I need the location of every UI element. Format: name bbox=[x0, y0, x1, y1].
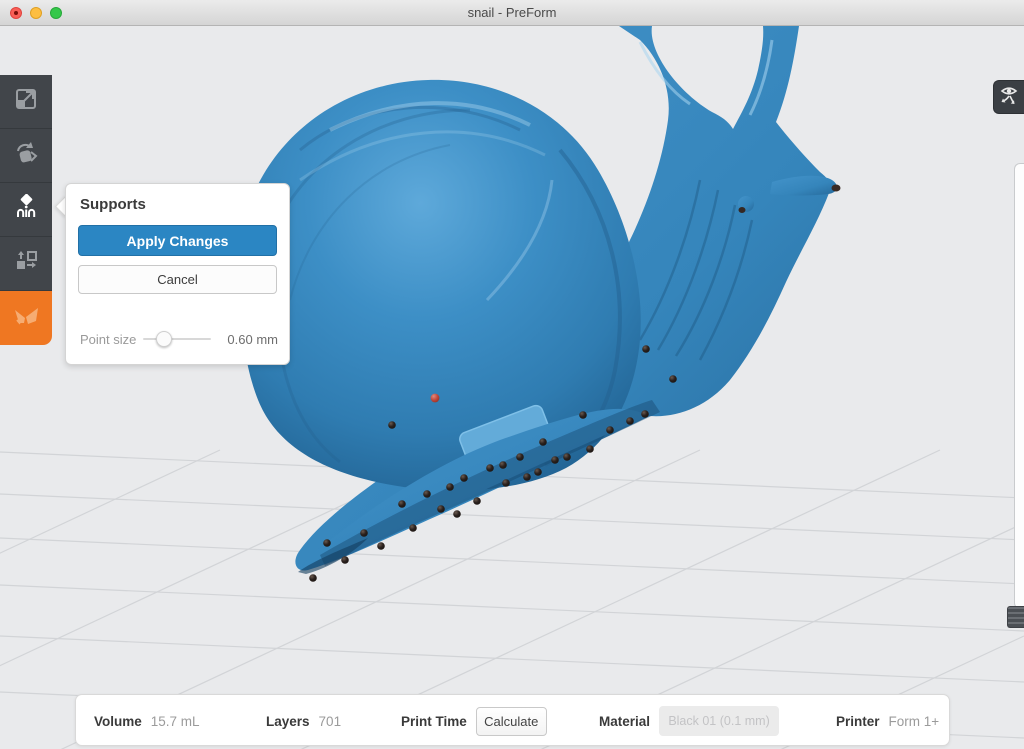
point-size-slider-handle[interactable] bbox=[156, 331, 172, 347]
support-point[interactable] bbox=[323, 539, 331, 547]
support-point[interactable] bbox=[377, 542, 385, 550]
cancel-button[interactable]: Cancel bbox=[78, 265, 277, 294]
material-field: Material Black 01 (0.1 mm) bbox=[599, 695, 779, 747]
point-size-slider-track[interactable] bbox=[143, 338, 211, 340]
support-point[interactable] bbox=[502, 479, 510, 487]
support-point[interactable] bbox=[586, 445, 594, 453]
supports-panel: Supports Apply Changes Cancel Point size… bbox=[65, 183, 290, 365]
left-toolbar bbox=[0, 75, 52, 345]
rotate-icon bbox=[13, 140, 39, 171]
support-point[interactable] bbox=[309, 574, 317, 582]
layout-icon bbox=[13, 248, 39, 279]
support-point[interactable] bbox=[539, 438, 547, 446]
apply-changes-button[interactable]: Apply Changes bbox=[78, 225, 277, 256]
support-point[interactable] bbox=[626, 417, 634, 425]
titlebar: snail - PreForm bbox=[0, 0, 1024, 26]
print-butterfly-icon bbox=[11, 302, 41, 335]
support-point[interactable] bbox=[579, 411, 587, 419]
tool-print[interactable] bbox=[0, 291, 52, 345]
point-size-value: 0.60 mm bbox=[222, 332, 278, 347]
support-point[interactable] bbox=[398, 500, 406, 508]
support-point[interactable] bbox=[388, 421, 396, 429]
material-label: Material bbox=[599, 714, 650, 729]
support-point[interactable] bbox=[642, 345, 650, 353]
support-point[interactable] bbox=[409, 524, 417, 532]
volume-label: Volume bbox=[94, 714, 142, 729]
layers-value: 701 bbox=[319, 714, 342, 729]
support-point[interactable] bbox=[453, 510, 461, 518]
supports-panel-title: Supports bbox=[80, 196, 146, 213]
support-point[interactable] bbox=[360, 529, 368, 537]
eye-rotate-icon bbox=[998, 83, 1020, 112]
support-point[interactable] bbox=[606, 426, 614, 434]
support-point[interactable] bbox=[460, 474, 468, 482]
snail-eye-bump-tip bbox=[739, 207, 746, 213]
support-point[interactable] bbox=[486, 464, 494, 472]
support-point[interactable] bbox=[516, 453, 524, 461]
selected-support-point[interactable] bbox=[431, 394, 440, 403]
snail-lower-tentacle-tip bbox=[832, 185, 841, 192]
support-point[interactable] bbox=[523, 473, 531, 481]
tool-size[interactable] bbox=[0, 75, 52, 129]
window-title: snail - PreForm bbox=[0, 5, 1024, 20]
layers-label: Layers bbox=[266, 714, 310, 729]
support-point[interactable] bbox=[341, 556, 349, 564]
layers-field: Layers 701 bbox=[266, 695, 341, 747]
support-point[interactable] bbox=[423, 490, 431, 498]
viewport-3d[interactable] bbox=[0, 0, 1024, 749]
supports-icon bbox=[13, 194, 39, 225]
view-orientation-button[interactable] bbox=[993, 80, 1024, 114]
layer-slider-track[interactable] bbox=[1014, 163, 1024, 609]
print-time-label: Print Time bbox=[401, 714, 467, 729]
print-time-field: Print Time Calculate bbox=[401, 695, 547, 747]
tool-orient[interactable] bbox=[0, 129, 52, 183]
printer-label: Printer bbox=[836, 714, 880, 729]
tool-layout[interactable] bbox=[0, 237, 52, 291]
support-point[interactable] bbox=[641, 410, 649, 418]
support-point[interactable] bbox=[473, 497, 481, 505]
volume-field: Volume 15.7 mL bbox=[94, 695, 200, 747]
support-point[interactable] bbox=[446, 483, 454, 491]
scale-icon bbox=[13, 86, 39, 117]
preform-window: snail - PreForm bbox=[0, 0, 1024, 749]
volume-value: 15.7 mL bbox=[151, 714, 200, 729]
support-point[interactable] bbox=[499, 461, 507, 469]
material-select-button[interactable]: Black 01 (0.1 mm) bbox=[659, 706, 779, 736]
support-point[interactable] bbox=[534, 468, 542, 476]
printer-value: Form 1+ bbox=[889, 714, 940, 729]
tool-supports[interactable] bbox=[0, 183, 52, 237]
support-point[interactable] bbox=[437, 505, 445, 513]
support-point[interactable] bbox=[669, 375, 677, 383]
layer-slider-handle[interactable] bbox=[1007, 606, 1024, 628]
point-size-label: Point size bbox=[80, 332, 136, 347]
snail-model[interactable] bbox=[240, 26, 840, 574]
support-point[interactable] bbox=[551, 456, 559, 464]
status-bar: Volume 15.7 mL Layers 701 Print Time Cal… bbox=[75, 694, 950, 746]
calculate-button[interactable]: Calculate bbox=[476, 707, 547, 736]
support-point[interactable] bbox=[563, 453, 571, 461]
printer-field: Printer Form 1+ bbox=[836, 695, 939, 747]
